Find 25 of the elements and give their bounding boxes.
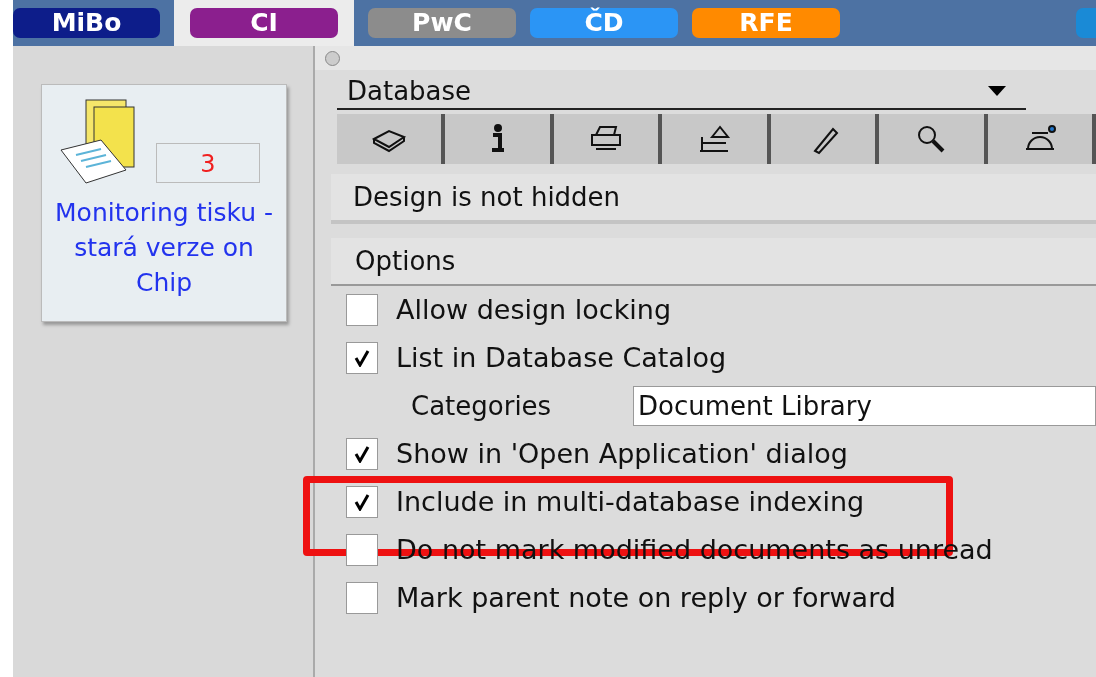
checkbox[interactable] [346,534,378,566]
workspace-tab[interactable]: CI [190,8,338,38]
checkbox[interactable] [346,294,378,326]
field-label: Categories [411,389,553,423]
checkmark-icon [353,445,371,463]
section-title: Options [355,244,456,278]
option-label: List in Database Catalog [396,340,727,375]
database-title: Monitoring tisku - stará verze on Chip [54,197,274,299]
checkbox[interactable] [346,438,378,470]
checkmark-icon [353,349,371,367]
selector-dropdown[interactable]: Database [337,74,1026,110]
checkbox[interactable] [346,342,378,374]
database-tile[interactable]: 3 Monitoring tisku - stará verze on Chip [41,84,287,322]
checkmark-icon [353,493,371,511]
checkbox[interactable] [346,486,378,518]
option-label: Allow design locking [396,292,672,327]
design-status: Design is not hidden [353,180,621,214]
option-label: Mark parent note on reply or forward [396,580,896,615]
option-label: Include in multi-database indexing [396,484,865,519]
unread-count: 3 [156,143,260,183]
checkbox[interactable] [346,582,378,614]
option-label: Show in 'Open Application' dialog [396,436,848,471]
categories-field[interactable]: Document Library [633,386,1096,426]
workspace-tab[interactable]: MiBo [13,8,160,38]
dropdown-arrow-icon [988,86,1006,96]
